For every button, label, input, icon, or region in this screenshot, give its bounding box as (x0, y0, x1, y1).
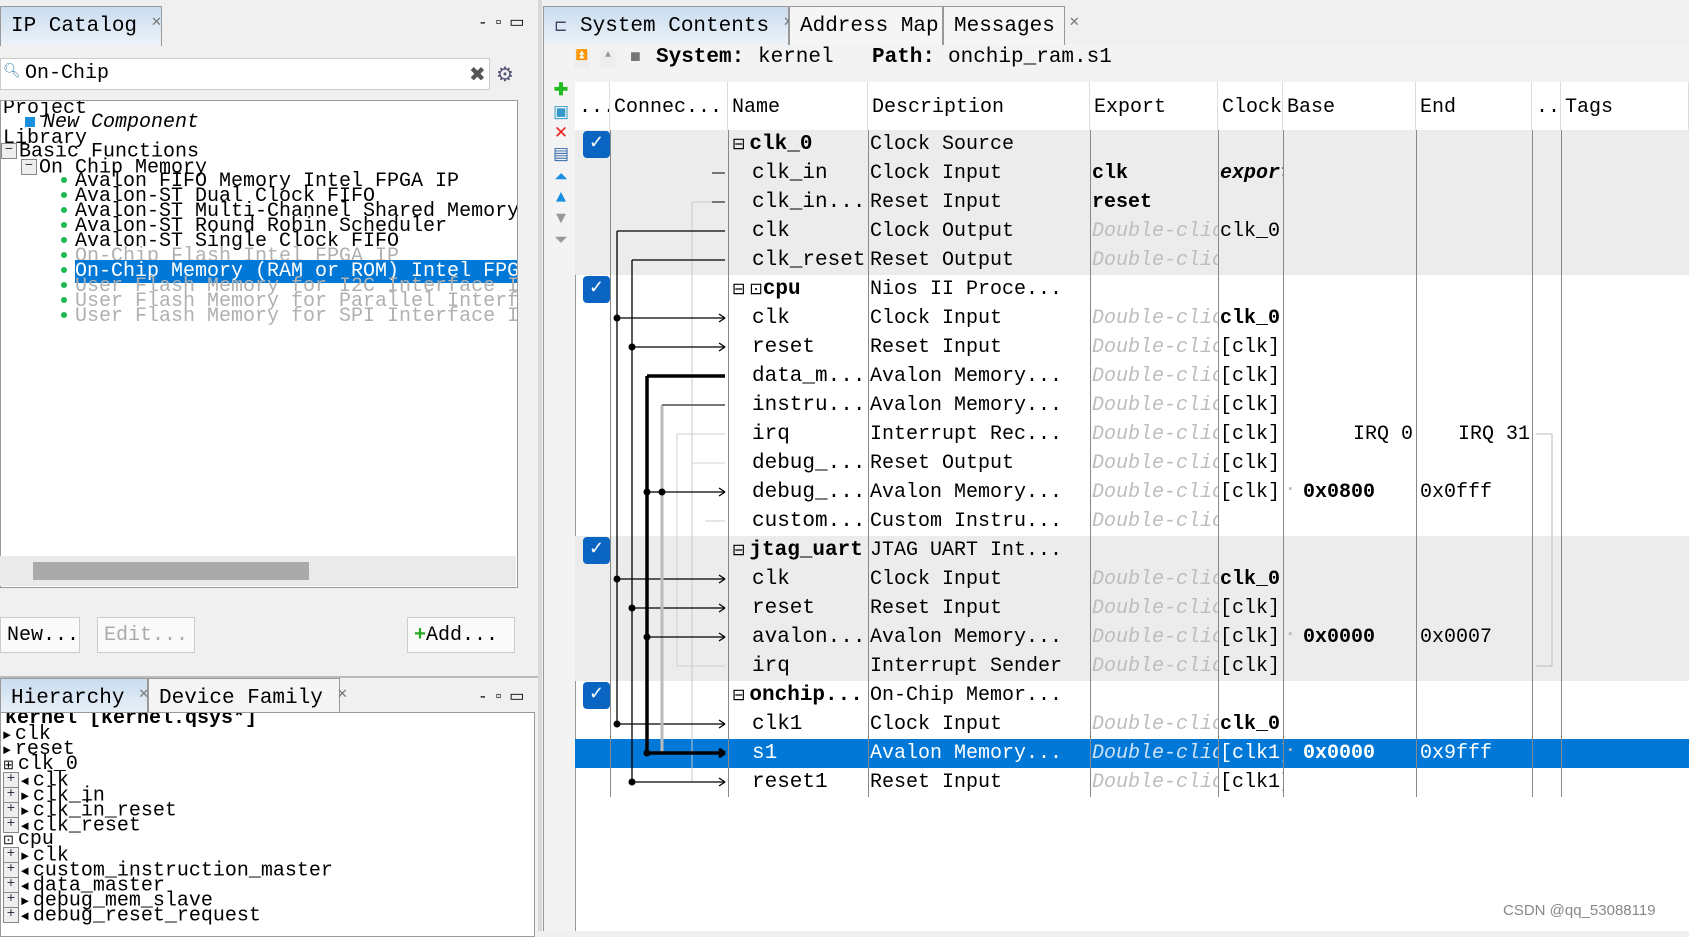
connection-dot[interactable] (643, 488, 651, 496)
connections-graph[interactable] (0, 0, 1689, 931)
connection-dot[interactable] (613, 720, 621, 728)
connection-dot[interactable] (628, 343, 636, 351)
watermark: CSDN @qq_53088119 (1503, 902, 1656, 919)
connection-dot[interactable] (643, 633, 651, 641)
connection-dot[interactable] (613, 575, 621, 583)
connection-dot[interactable] (628, 604, 636, 612)
connection-dot[interactable] (613, 314, 621, 322)
connection-dot[interactable] (628, 778, 636, 786)
connection-dot[interactable] (643, 749, 651, 757)
